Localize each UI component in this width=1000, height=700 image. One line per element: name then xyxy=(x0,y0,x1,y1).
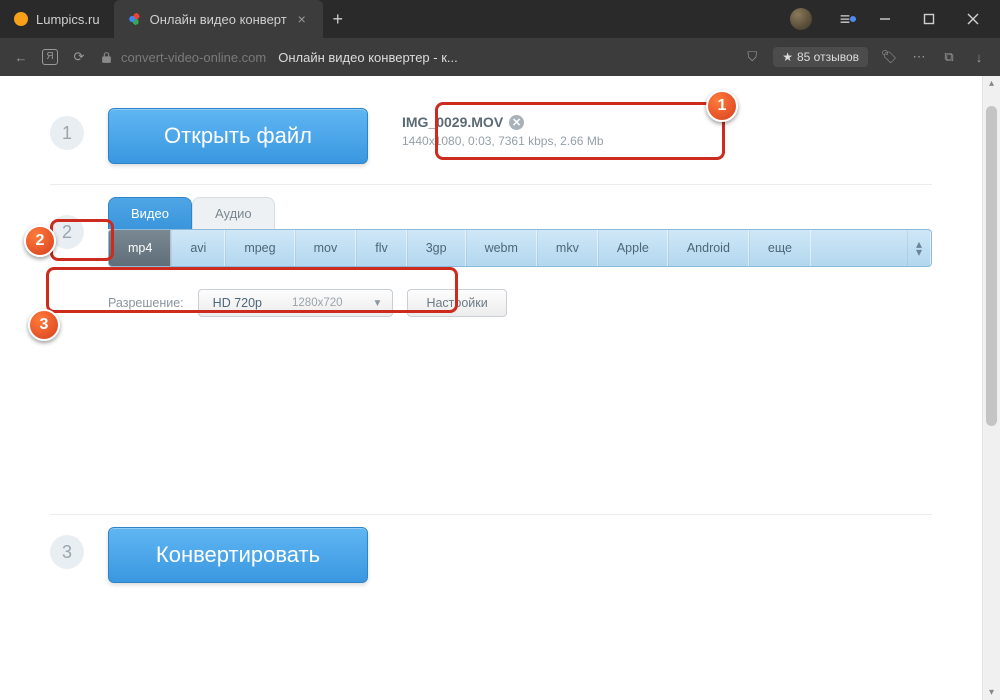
step-number: 1 xyxy=(50,116,84,150)
shield-icon[interactable]: ⛉ xyxy=(743,49,761,65)
favicon-icon xyxy=(14,12,28,26)
window-maximize-button[interactable] xyxy=(908,4,950,34)
file-info-box: IMG_0029.MOV ✕ 1440x1080, 0:03, 7361 kbp… xyxy=(392,108,614,154)
format-mp4[interactable]: mp4 xyxy=(109,230,171,266)
step-number: 2 xyxy=(50,215,84,249)
url-page-title: Онлайн видео конвертер - к... xyxy=(278,50,458,65)
bookmark-icon[interactable]: 🏷 xyxy=(880,49,898,65)
media-tabs: Видео Аудио xyxy=(108,197,932,229)
convert-button[interactable]: Конвертировать xyxy=(108,527,368,583)
url-domain: convert-video-online.com xyxy=(121,50,266,65)
address-bar: ← Я ⟳ convert-video-online.com Онлайн ви… xyxy=(0,38,1000,76)
format-avi[interactable]: avi xyxy=(171,230,225,266)
open-file-button[interactable]: Открыть файл xyxy=(108,108,368,164)
vertical-scrollbar[interactable]: ▴ ▾ xyxy=(982,76,1000,700)
favicon-icon xyxy=(128,12,142,26)
step-2: 2 Видео Аудио mp4 avi mpeg mov flv 3gp w… xyxy=(50,185,932,515)
yandex-icon[interactable]: Я xyxy=(42,49,58,65)
tab-title: Lumpics.ru xyxy=(36,12,100,27)
star-icon: ★ xyxy=(782,50,793,64)
chevron-down-icon: ▼ xyxy=(373,298,383,309)
format-apple[interactable]: Apple xyxy=(598,230,668,266)
format-scroll-icon[interactable]: ▴▾ xyxy=(907,230,931,266)
url-box[interactable]: convert-video-online.com Онлайн видео ко… xyxy=(100,50,458,65)
file-name: IMG_0029.MOV xyxy=(402,114,503,130)
format-bar: mp4 avi mpeg mov flv 3gp webm mkv Apple … xyxy=(108,229,932,267)
extensions-icon[interactable]: ⧉ xyxy=(940,49,958,65)
reload-icon[interactable]: ⟳ xyxy=(70,49,88,65)
profile-avatar[interactable] xyxy=(790,8,812,30)
resolution-label: Разрешение: xyxy=(108,296,184,310)
format-webm[interactable]: webm xyxy=(466,230,537,266)
format-more[interactable]: еще xyxy=(749,230,811,266)
scroll-up-icon[interactable]: ▴ xyxy=(983,78,1000,89)
reviews-badge[interactable]: ★85 отзывов xyxy=(773,47,868,67)
window-minimize-button[interactable] xyxy=(864,4,906,34)
tab-audio[interactable]: Аудио xyxy=(192,197,275,229)
lock-icon xyxy=(100,51,113,64)
format-mkv[interactable]: mkv xyxy=(537,230,598,266)
step-1: 1 Открыть файл IMG_0029.MOV ✕ 1440x1080,… xyxy=(50,96,932,185)
annotation-badge-3: 3 xyxy=(28,309,60,341)
window-close-button[interactable] xyxy=(952,4,994,34)
back-icon[interactable]: ← xyxy=(12,50,30,65)
scroll-down-icon[interactable]: ▾ xyxy=(983,687,1000,698)
new-tab-button[interactable]: + xyxy=(323,0,353,38)
annotation-badge-1: 1 xyxy=(706,90,738,122)
more-icon[interactable]: ⋯ xyxy=(910,49,928,65)
tab-video[interactable]: Видео xyxy=(108,197,192,229)
step-3: 3 Конвертировать xyxy=(50,515,932,603)
file-meta: 1440x1080, 0:03, 7361 kbps, 2.66 Mb xyxy=(402,134,604,148)
close-tab-icon[interactable]: × xyxy=(295,12,309,26)
page-content: 1 Открыть файл IMG_0029.MOV ✕ 1440x1080,… xyxy=(0,76,982,700)
format-android[interactable]: Android xyxy=(668,230,749,266)
browser-tab-active[interactable]: Онлайн видео конверт × xyxy=(114,0,323,38)
downloads-icon[interactable]: ↓ xyxy=(970,50,988,65)
format-3gp[interactable]: 3gp xyxy=(407,230,466,266)
tab-title: Онлайн видео конверт xyxy=(150,12,287,27)
step-number: 3 xyxy=(50,535,84,569)
browser-menu-icon[interactable]: ≡ xyxy=(828,9,862,30)
resolution-name: HD 720p xyxy=(213,296,262,310)
resolution-dimensions: 1280x720 xyxy=(292,297,343,309)
settings-button[interactable]: Настройки xyxy=(407,289,506,317)
scrollbar-thumb[interactable] xyxy=(986,106,997,426)
browser-tab-inactive[interactable]: Lumpics.ru xyxy=(0,0,114,38)
format-mov[interactable]: mov xyxy=(295,230,357,266)
format-mpeg[interactable]: mpeg xyxy=(225,230,294,266)
resolution-select[interactable]: HD 720p 1280x720 ▼ xyxy=(198,289,394,317)
format-flv[interactable]: flv xyxy=(356,230,407,266)
options-row: Разрешение: HD 720p 1280x720 ▼ Настройки xyxy=(108,289,932,317)
window-titlebar: Lumpics.ru Онлайн видео конверт × + ≡ xyxy=(0,0,1000,38)
remove-file-icon[interactable]: ✕ xyxy=(509,115,524,130)
